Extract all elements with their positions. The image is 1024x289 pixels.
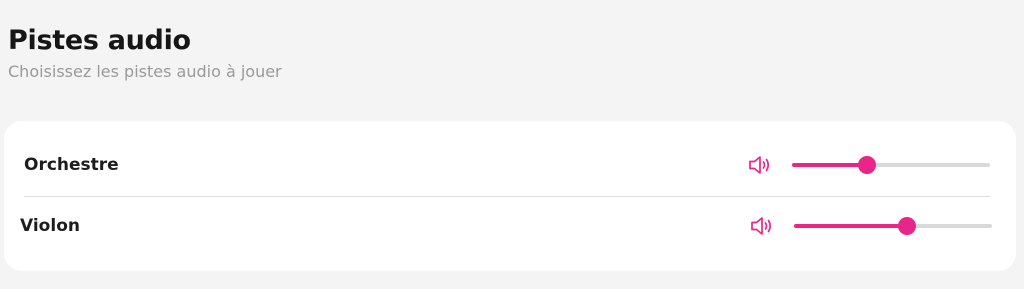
track-label: Orchestre [24, 154, 119, 175]
speaker-icon[interactable] [748, 154, 774, 176]
page-header: Pistes audio Choisissez les pistes audio… [8, 24, 282, 83]
page-title: Pistes audio [8, 25, 191, 56]
speaker-icon[interactable] [750, 215, 776, 237]
slider-fill [794, 224, 907, 228]
volume-slider[interactable] [794, 217, 992, 235]
track-row-violon: Violon [20, 194, 992, 258]
track-row-orchestre: Orchestre [24, 133, 990, 197]
page-subtitle: Choisissez les pistes audio à jouer [8, 62, 282, 81]
track-label: Violon [20, 216, 80, 236]
slider-fill [792, 162, 868, 167]
volume-slider[interactable] [792, 155, 990, 174]
track-controls [748, 133, 990, 196]
slider-thumb[interactable] [897, 217, 916, 235]
slider-thumb[interactable] [858, 155, 877, 174]
audio-tracks-card: Orchestre Violon [4, 121, 1016, 271]
track-controls [750, 194, 992, 258]
